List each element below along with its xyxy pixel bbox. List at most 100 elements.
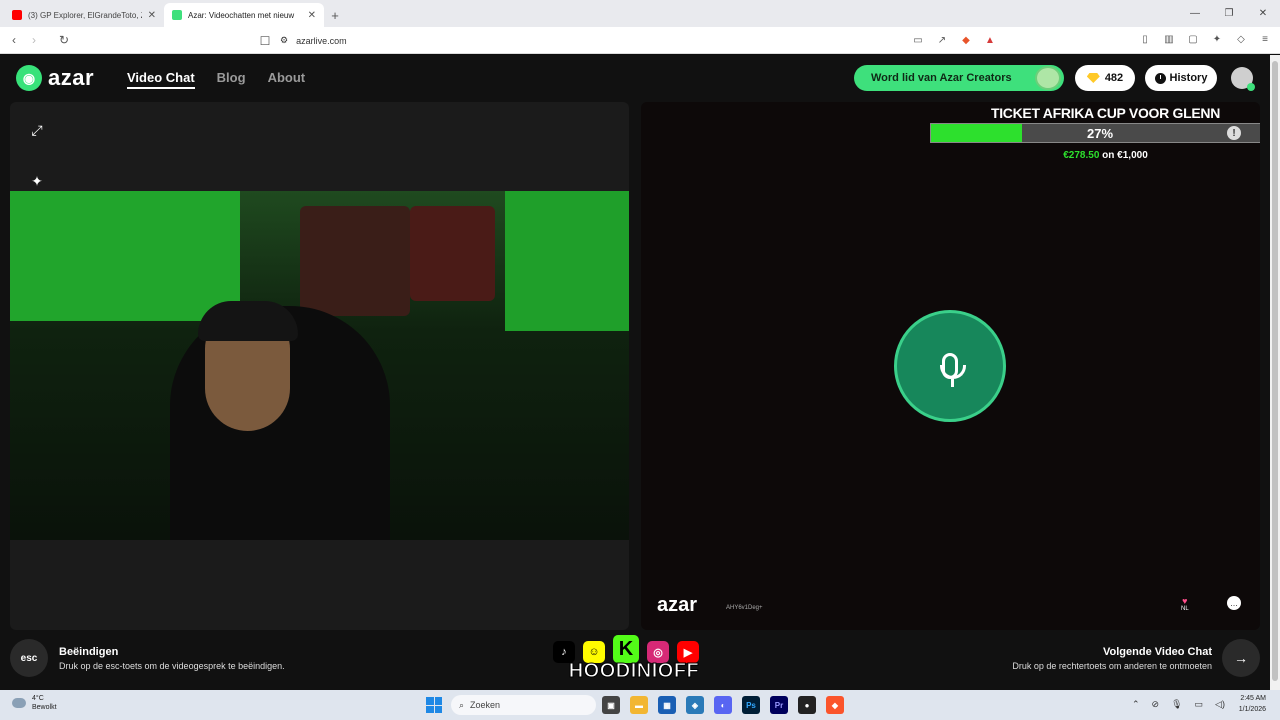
streamer-hair <box>198 301 298 341</box>
site-info-icon[interactable]: ⚙ <box>280 35 288 46</box>
volume-icon[interactable]: ◁) <box>1215 699 1225 710</box>
premiere-icon[interactable]: Pr <box>770 696 788 714</box>
nav-blog[interactable]: Blog <box>217 70 246 89</box>
scrollbar-thumb[interactable] <box>1272 61 1278 681</box>
azar-watermark: azar <box>657 594 698 616</box>
share-icon[interactable]: ↗ <box>934 32 950 48</box>
brave-rewards-icon[interactable]: ▲ <box>982 32 998 48</box>
maps-icon[interactable]: ◈ <box>686 696 704 714</box>
partner-video-panel: TICKET AFRIKA CUP VOOR GLENN 27% ! €278.… <box>641 102 1260 630</box>
main-nav: Video Chat Blog About <box>127 70 305 89</box>
weather-temp: 4°C <box>32 695 44 702</box>
azar-logo[interactable]: ◉ azar <box>16 65 94 91</box>
window-controls: — ❐ ✕ <box>1178 0 1280 27</box>
azar-page: ◉ azar Video Chat Blog About Word lid va… <box>0 55 1270 690</box>
close-tab-icon[interactable]: ✕ <box>148 10 156 21</box>
goal-amount: €278.50 on €1,000 <box>928 150 1260 161</box>
clock-time: 2:45 AM <box>1240 695 1266 702</box>
self-video-panel: ⤢ ✦ ☺ <box>10 102 629 630</box>
next-chat-description: Druk op de rechtertoets om anderen te on… <box>1012 661 1212 671</box>
kick-icon: K <box>613 635 639 663</box>
streamer-handle: HOODINIOFF <box>568 660 700 683</box>
network-icon[interactable]: ⊘ <box>1152 699 1160 710</box>
history-button[interactable]: History <box>1145 65 1217 91</box>
azar-creators-button[interactable]: Word lid van Azar Creators <box>854 65 1064 91</box>
microphone-leg <box>951 379 954 387</box>
reload-icon[interactable]: ↻ <box>54 30 74 50</box>
os-taskbar: 4°C Bewolkt ⌕ Zoeken ▣ ▬ ▦ ◈ ◐ Ps Pr ● ◆… <box>0 690 1280 720</box>
goal-knob-icon: ! <box>1227 126 1241 140</box>
creators-badge-icon <box>1035 66 1061 90</box>
system-clock[interactable]: 2:45 AM 1/1/2026 <box>1239 693 1266 715</box>
green-wall <box>10 191 240 321</box>
page-scrollbar[interactable] <box>1270 55 1280 690</box>
browser-tab-bar: (3) GP Explorer, ElGrandeToto, Zed, L ✕ … <box>0 0 1280 27</box>
discord-icon[interactable]: ◐ <box>714 696 732 714</box>
mic-tray-icon[interactable]: 🎙 <box>1171 699 1182 710</box>
close-tab-icon[interactable]: ✕ <box>308 10 316 21</box>
browser-tab-azar[interactable]: Azar: Videochatten met nieuw ✕ <box>164 3 324 27</box>
close-window-icon[interactable]: ✕ <box>1246 0 1280 27</box>
photoshop-icon[interactable]: Ps <box>742 696 760 714</box>
brave-shield-icon[interactable]: ◆ <box>958 32 974 48</box>
end-call-button[interactable]: esc <box>10 639 48 677</box>
search-icon: ⌕ <box>459 699 465 710</box>
nav-video-chat[interactable]: Video Chat <box>127 70 195 89</box>
weather-desc: Bewolkt <box>32 704 57 711</box>
nav-about[interactable]: About <box>268 70 306 89</box>
goal-progress-bar: 27% ! <box>930 123 1260 143</box>
country-indicator[interactable]: ♥ NL <box>1181 596 1189 612</box>
chat-bubble-icon[interactable]: … <box>1227 596 1241 610</box>
extensions-icon[interactable]: ✦ <box>1210 32 1224 46</box>
taskbar-apps: ▣ ▬ ▦ ◈ ◐ Ps Pr ● ◆ <box>602 696 844 714</box>
creators-label: Word lid van Azar Creators <box>871 72 1012 84</box>
profile-avatar[interactable] <box>1231 67 1255 91</box>
azar-logo-icon: ◉ <box>16 65 42 91</box>
store-icon[interactable]: ▦ <box>658 696 676 714</box>
url-field[interactable]: ⚙ azarlive.com <box>280 32 347 49</box>
minimize-icon[interactable]: — <box>1178 0 1212 27</box>
vpn-icon[interactable]: ◇ <box>1234 32 1248 46</box>
url-text: azarlive.com <box>296 35 347 46</box>
history-clock-icon <box>1154 72 1166 84</box>
gem-icon <box>1086 73 1100 83</box>
gems-count: 482 <box>1104 72 1124 84</box>
next-chat-button[interactable]: → <box>1222 639 1260 677</box>
display-icon[interactable]: ▭ <box>1195 699 1204 710</box>
cast-icon[interactable]: ▭ <box>910 32 926 48</box>
next-chat-title: Volgende Video Chat <box>1103 646 1212 658</box>
gems-button[interactable]: 482 <box>1075 65 1135 91</box>
tab-grid-icon[interactable]: ▢ <box>1186 32 1200 46</box>
goal-target: on €1,000 <box>1102 150 1148 161</box>
fullscreen-icon[interactable]: ⤢ <box>23 116 51 144</box>
watermark-code: AHY6v1Deg+ <box>726 605 763 611</box>
brave-browser-icon[interactable]: ◆ <box>826 696 844 714</box>
site-header: ◉ azar Video Chat Blog About Word lid va… <box>0 55 1270 101</box>
browser-tab-youtube[interactable]: (3) GP Explorer, ElGrandeToto, Zed, L ✕ <box>4 3 164 27</box>
file-explorer-icon[interactable]: ▬ <box>630 696 648 714</box>
new-tab-button[interactable]: + <box>324 3 346 27</box>
weather-widget[interactable]: 4°C Bewolkt <box>12 694 57 712</box>
address-actions: ▭ ↗ ◆ ▲ <box>910 32 998 48</box>
self-camera-feed <box>10 191 629 540</box>
bookmark-icon[interactable]: ☐ <box>255 31 275 51</box>
split-view-icon[interactable]: ▥ <box>1162 32 1176 46</box>
browser-toolbar-right: ▯ ▥ ▢ ✦ ◇ ≡ <box>1138 32 1272 46</box>
taskbar-search[interactable]: ⌕ Zoeken <box>451 695 596 715</box>
back-icon[interactable]: ‹ <box>4 30 24 50</box>
microphone-button[interactable] <box>894 310 1006 422</box>
windows-start-icon[interactable] <box>426 697 442 713</box>
tab-title: Azar: Videochatten met nieuw <box>188 10 295 20</box>
maximize-icon[interactable]: ❐ <box>1212 0 1246 27</box>
task-view-icon[interactable]: ▣ <box>602 696 620 714</box>
forward-icon[interactable]: › <box>24 30 44 50</box>
arrow-right-icon: → <box>1234 650 1248 666</box>
menu-icon[interactable]: ≡ <box>1258 32 1272 46</box>
history-label: History <box>1169 72 1208 84</box>
end-call-title: Beëindigen <box>59 646 119 658</box>
sidebar-icon[interactable]: ▯ <box>1138 32 1152 46</box>
youtube-favicon-icon <box>12 10 22 20</box>
obs-icon[interactable]: ● <box>798 696 816 714</box>
tray-expand-icon[interactable]: ⌃ <box>1132 699 1140 710</box>
goal-raised: €278.50 <box>1063 150 1100 161</box>
